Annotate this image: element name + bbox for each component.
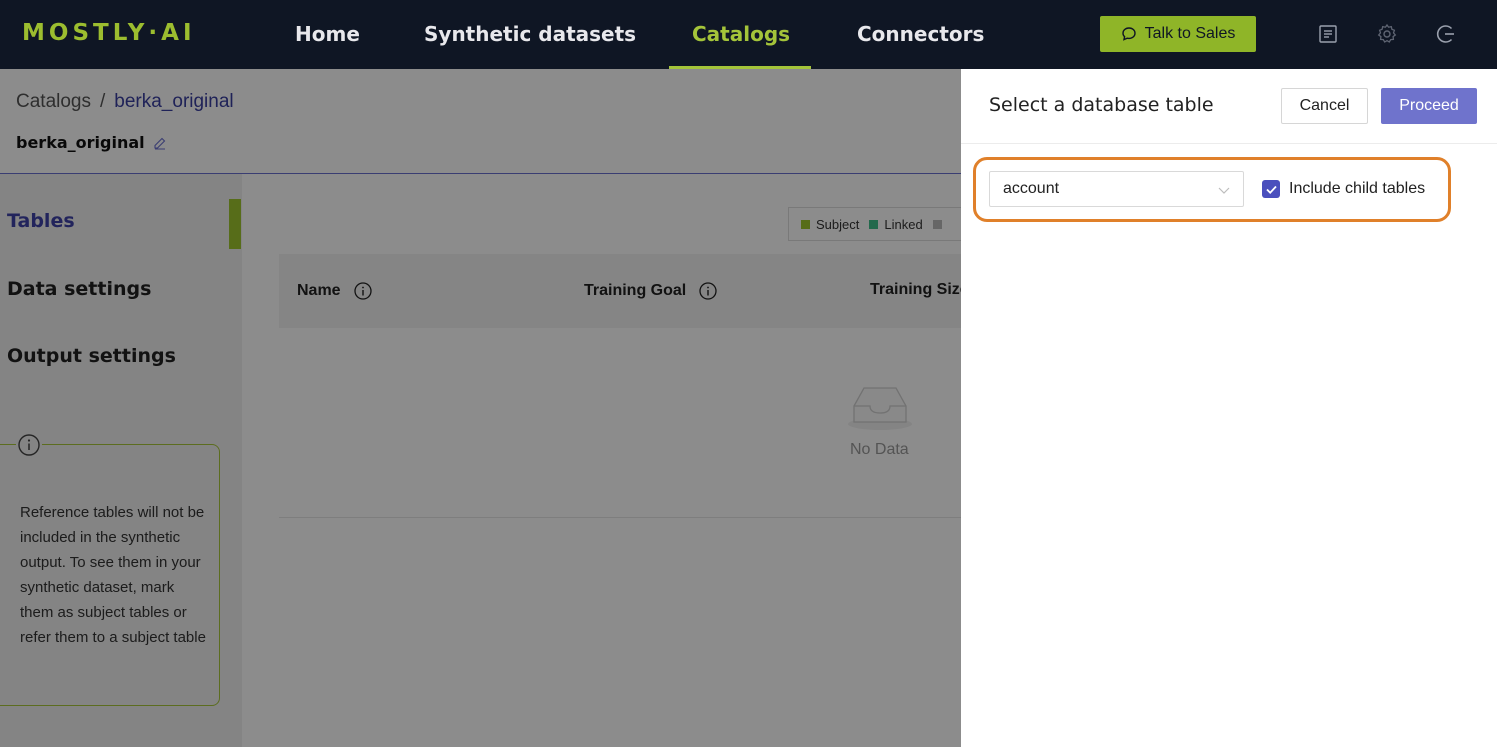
drawer-title: Select a database table <box>989 94 1214 116</box>
proceed-button[interactable]: Proceed <box>1381 88 1477 124</box>
select-table-drawer: Select a database table Cancel Proceed a… <box>961 69 1497 747</box>
nav-synthetic-datasets[interactable]: Synthetic datasets <box>424 0 636 69</box>
checkmark-icon <box>1265 185 1277 194</box>
nav-home[interactable]: Home <box>295 0 360 69</box>
nav-connectors[interactable]: Connectors <box>857 0 984 69</box>
mostly-ai-logo[interactable]: MOSTLY·AI <box>22 20 196 46</box>
docs-icon[interactable] <box>1316 22 1340 46</box>
drawer-header-divider <box>961 143 1497 144</box>
chevron-down-icon <box>1218 187 1230 194</box>
logout-icon[interactable] <box>1434 22 1458 46</box>
talk-to-sales-label: Talk to Sales <box>1144 25 1236 42</box>
chat-icon <box>1121 27 1136 41</box>
table-select[interactable]: account <box>989 171 1244 207</box>
talk-to-sales-button[interactable]: Talk to Sales <box>1100 16 1256 52</box>
nav-catalogs[interactable]: Catalogs <box>692 0 790 69</box>
table-select-value: account <box>1003 180 1060 197</box>
top-nav: MOSTLY·AI Home Synthetic datasets Catalo… <box>0 0 1497 69</box>
include-child-tables-label[interactable]: Include child tables <box>1289 180 1425 198</box>
modal-overlay[interactable] <box>0 69 961 747</box>
cancel-button[interactable]: Cancel <box>1281 88 1368 124</box>
include-child-tables-checkbox[interactable] <box>1262 180 1280 198</box>
settings-icon[interactable] <box>1375 22 1399 46</box>
